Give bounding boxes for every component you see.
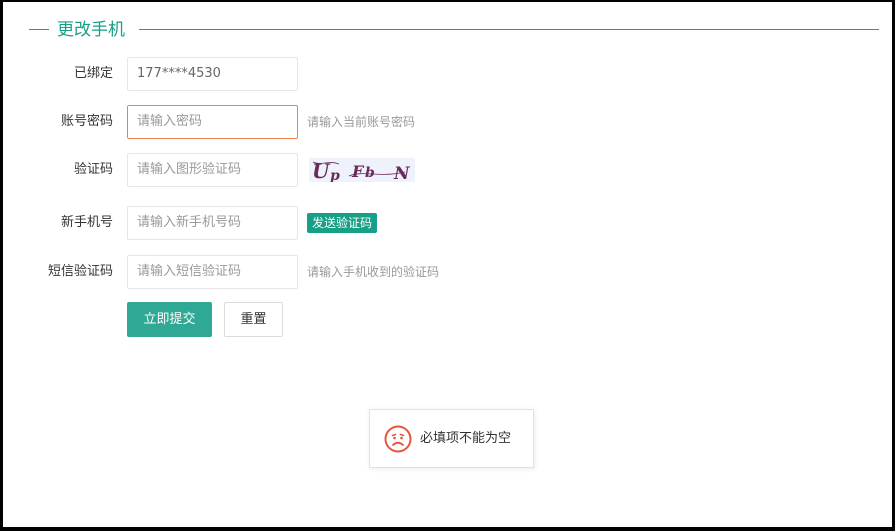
form-row-password: 账号密码 请输入密码 请输入当前账号密码 (0, 105, 895, 139)
sad-face-icon (384, 425, 412, 453)
captcha-image[interactable]: U p F b N (309, 158, 415, 184)
svg-text:p: p (330, 168, 340, 182)
section-header: 更改手机 (29, 19, 879, 41)
bound-label: 已绑定 (73, 66, 113, 81)
submit-button[interactable]: 立即提交 (127, 302, 212, 337)
bound-phone-field: 177****4530 (127, 57, 298, 91)
sms-hint: 请输入手机收到的验证码 (307, 265, 440, 279)
new-phone-label: 新手机号 (60, 215, 113, 230)
form-row-captcha: 验证码 请输入图形验证码 U p F b N (0, 153, 895, 187)
send-code-button[interactable]: 发送验证码 (307, 213, 378, 233)
form-row-bound: 已绑定 177****4530 (0, 57, 895, 91)
svg-text:N: N (393, 164, 411, 182)
password-input[interactable]: 请输入密码 (127, 105, 298, 139)
svg-text:U: U (312, 159, 331, 182)
captcha-label: 验证码 (73, 162, 113, 177)
toast-message: 必填项不能为空 (420, 431, 512, 446)
section-title: 更改手机 (57, 20, 125, 40)
password-label: 账号密码 (60, 114, 113, 129)
captcha-glyphs: U p F b N (309, 158, 415, 184)
new-phone-input[interactable]: 请输入新手机号码 (127, 206, 298, 240)
reset-button[interactable]: 重置 (224, 302, 283, 337)
sms-code-input[interactable]: 请输入短信验证码 (127, 255, 298, 289)
form-row-sms: 短信验证码 请输入短信验证码 请输入手机收到的验证码 (0, 255, 895, 289)
header-rule (139, 29, 879, 30)
password-hint: 请输入当前账号密码 (307, 115, 416, 129)
form-row-new-phone: 新手机号 请输入新手机号码 发送验证码 (0, 206, 895, 240)
error-toast: 必填项不能为空 (369, 409, 534, 468)
header-dash (29, 29, 49, 30)
svg-text:b: b (365, 165, 375, 181)
captcha-input[interactable]: 请输入图形验证码 (127, 153, 298, 187)
svg-text:F: F (351, 162, 365, 181)
sms-label: 短信验证码 (47, 264, 113, 279)
